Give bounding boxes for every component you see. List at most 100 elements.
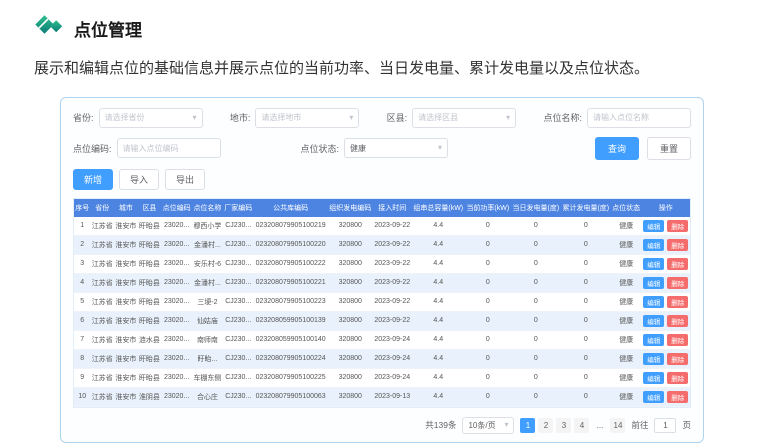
cell-province: 江苏省 <box>90 368 114 387</box>
district-label: 区县: <box>387 111 408 124</box>
cell-district: 盱眙县 <box>138 368 162 387</box>
delete-button[interactable]: 删除 <box>667 315 688 327</box>
cell-date: 2023-09-22 <box>373 235 412 254</box>
cell-org_code: 320800 <box>328 273 373 292</box>
ops-cell: 编辑删除 <box>642 292 690 311</box>
page-button[interactable]: 1 <box>520 418 535 433</box>
cell-city: 淮安市 <box>114 273 138 292</box>
cell-code: 23020... <box>161 254 192 273</box>
province-label: 省份: <box>73 111 94 124</box>
cell-org_code: 320800 <box>328 368 373 387</box>
cell-capacity: 4.4 <box>412 387 465 406</box>
cell-province: 江苏省 <box>90 292 114 311</box>
cell-district: 盱眙县 <box>138 254 162 273</box>
edit-button[interactable]: 编辑 <box>643 277 664 289</box>
delete-button[interactable]: 删除 <box>667 239 688 251</box>
search-button[interactable]: 查询 <box>595 137 639 160</box>
name-filter: 点位名称: <box>543 108 691 128</box>
delete-button[interactable]: 删除 <box>667 220 688 232</box>
edit-button[interactable]: 编辑 <box>643 372 664 384</box>
cell-name: 仙姑庙 <box>192 311 223 330</box>
code-input[interactable] <box>123 144 215 153</box>
status-select[interactable]: 健康 ▾ <box>344 138 448 158</box>
page-button[interactable]: 2 <box>538 418 553 433</box>
page-buttons: 1234...14 <box>520 418 625 433</box>
cell-vendor: CJ230... <box>223 292 254 311</box>
page-button[interactable]: 4 <box>574 418 589 433</box>
edit-button[interactable]: 编辑 <box>643 334 664 346</box>
cell-city: 淮安市 <box>114 330 138 349</box>
column-header: 点位编码 <box>161 199 192 217</box>
add-button[interactable]: 新增 <box>73 169 113 190</box>
table-toolbar: 新增 导入 导出 <box>73 169 691 190</box>
ops-cell: 编辑删除 <box>642 330 690 349</box>
cell-city: 淮安市 <box>114 349 138 368</box>
cell-daily: 0 <box>511 330 561 349</box>
delete-button[interactable]: 删除 <box>667 353 688 365</box>
delete-button[interactable]: 删除 <box>667 334 688 346</box>
cell-vendor: CJ230... <box>223 311 254 330</box>
page-button[interactable]: 3 <box>556 418 571 433</box>
cell-capacity: 4.4 <box>412 254 465 273</box>
delete-button[interactable]: 删除 <box>667 258 688 270</box>
total-count: 共139条 <box>425 419 456 431</box>
export-button[interactable]: 导出 <box>165 169 205 190</box>
edit-button[interactable]: 编辑 <box>643 220 664 232</box>
edit-button[interactable]: 编辑 <box>643 296 664 308</box>
page-size-select[interactable]: 10条/页 ▾ <box>462 417 514 434</box>
cell-seq: 10 <box>74 387 90 406</box>
delete-button[interactable]: 删除 <box>667 277 688 289</box>
cell-province: 江苏省 <box>90 330 114 349</box>
cell-district: 盱眙县 <box>138 349 162 368</box>
status-cell: 健康 <box>611 292 642 311</box>
cell-public_code: 023208079905100223 <box>254 292 328 311</box>
goto-page-input[interactable] <box>654 418 676 433</box>
cell-org_code: 320800 <box>328 235 373 254</box>
name-input[interactable] <box>593 113 685 122</box>
page-header: 点位管理 <box>0 0 760 43</box>
pagination: 共139条 10条/页 ▾ 1234...14 前往 页 <box>73 417 691 434</box>
delete-button[interactable]: 删除 <box>667 372 688 384</box>
code-label: 点位编码: <box>73 142 112 155</box>
cell-total: 0 <box>561 254 611 273</box>
cell-org_code: 320800 <box>328 349 373 368</box>
cell-seq: 1 <box>74 217 90 236</box>
status-cell: 健康 <box>611 311 642 330</box>
cell-code: 23020... <box>161 349 192 368</box>
cell-daily: 0 <box>511 273 561 292</box>
edit-button[interactable]: 编辑 <box>643 239 664 251</box>
import-button[interactable]: 导入 <box>119 169 159 190</box>
cell-total: 0 <box>561 235 611 254</box>
cell-public_code: 023208059905100139 <box>254 311 328 330</box>
cell-total: 0 <box>561 387 611 406</box>
cell-city: 淮安市 <box>114 292 138 311</box>
delete-button[interactable]: 删除 <box>667 391 688 403</box>
cell-date: 2023-09-24 <box>373 349 412 368</box>
cell-capacity: 4.4 <box>412 311 465 330</box>
cell-org_code: 320800 <box>328 254 373 273</box>
reset-button[interactable]: 重置 <box>647 137 691 160</box>
cell-name: 南师南 <box>192 330 223 349</box>
cell-public_code: 023208079905100222 <box>254 254 328 273</box>
cell-city: 淮安市 <box>114 387 138 406</box>
city-select[interactable]: 请选择地市 ▾ <box>255 108 359 128</box>
status-cell: 健康 <box>611 254 642 273</box>
filter-row-2: 点位编码: 点位状态: 健康 ▾ 查询 重置 <box>73 137 691 160</box>
table-row: 8江苏省淮安市盱眙县23020...盱眙...CJ230...023208079… <box>74 349 690 368</box>
edit-button[interactable]: 编辑 <box>643 258 664 270</box>
cell-city: 淮安市 <box>114 311 138 330</box>
page-button[interactable]: 14 <box>610 418 625 433</box>
cell-district: 盱眙县 <box>138 292 162 311</box>
column-header: 序号 <box>74 199 90 217</box>
edit-button[interactable]: 编辑 <box>643 353 664 365</box>
table-body: 1江苏省淮安市盱眙县23020...穆西小学CJ230...0232080799… <box>74 217 690 407</box>
delete-button[interactable]: 删除 <box>667 296 688 308</box>
cell-power: 0 <box>465 273 511 292</box>
cell-city: 淮安市 <box>114 235 138 254</box>
edit-button[interactable]: 编辑 <box>643 315 664 327</box>
edit-button[interactable]: 编辑 <box>643 391 664 403</box>
province-select[interactable]: 请选择省份 ▾ <box>99 108 203 128</box>
district-select[interactable]: 请选择区县 ▾ <box>412 108 516 128</box>
cell-name: 合心庄 <box>192 387 223 406</box>
cell-seq: 3 <box>74 254 90 273</box>
